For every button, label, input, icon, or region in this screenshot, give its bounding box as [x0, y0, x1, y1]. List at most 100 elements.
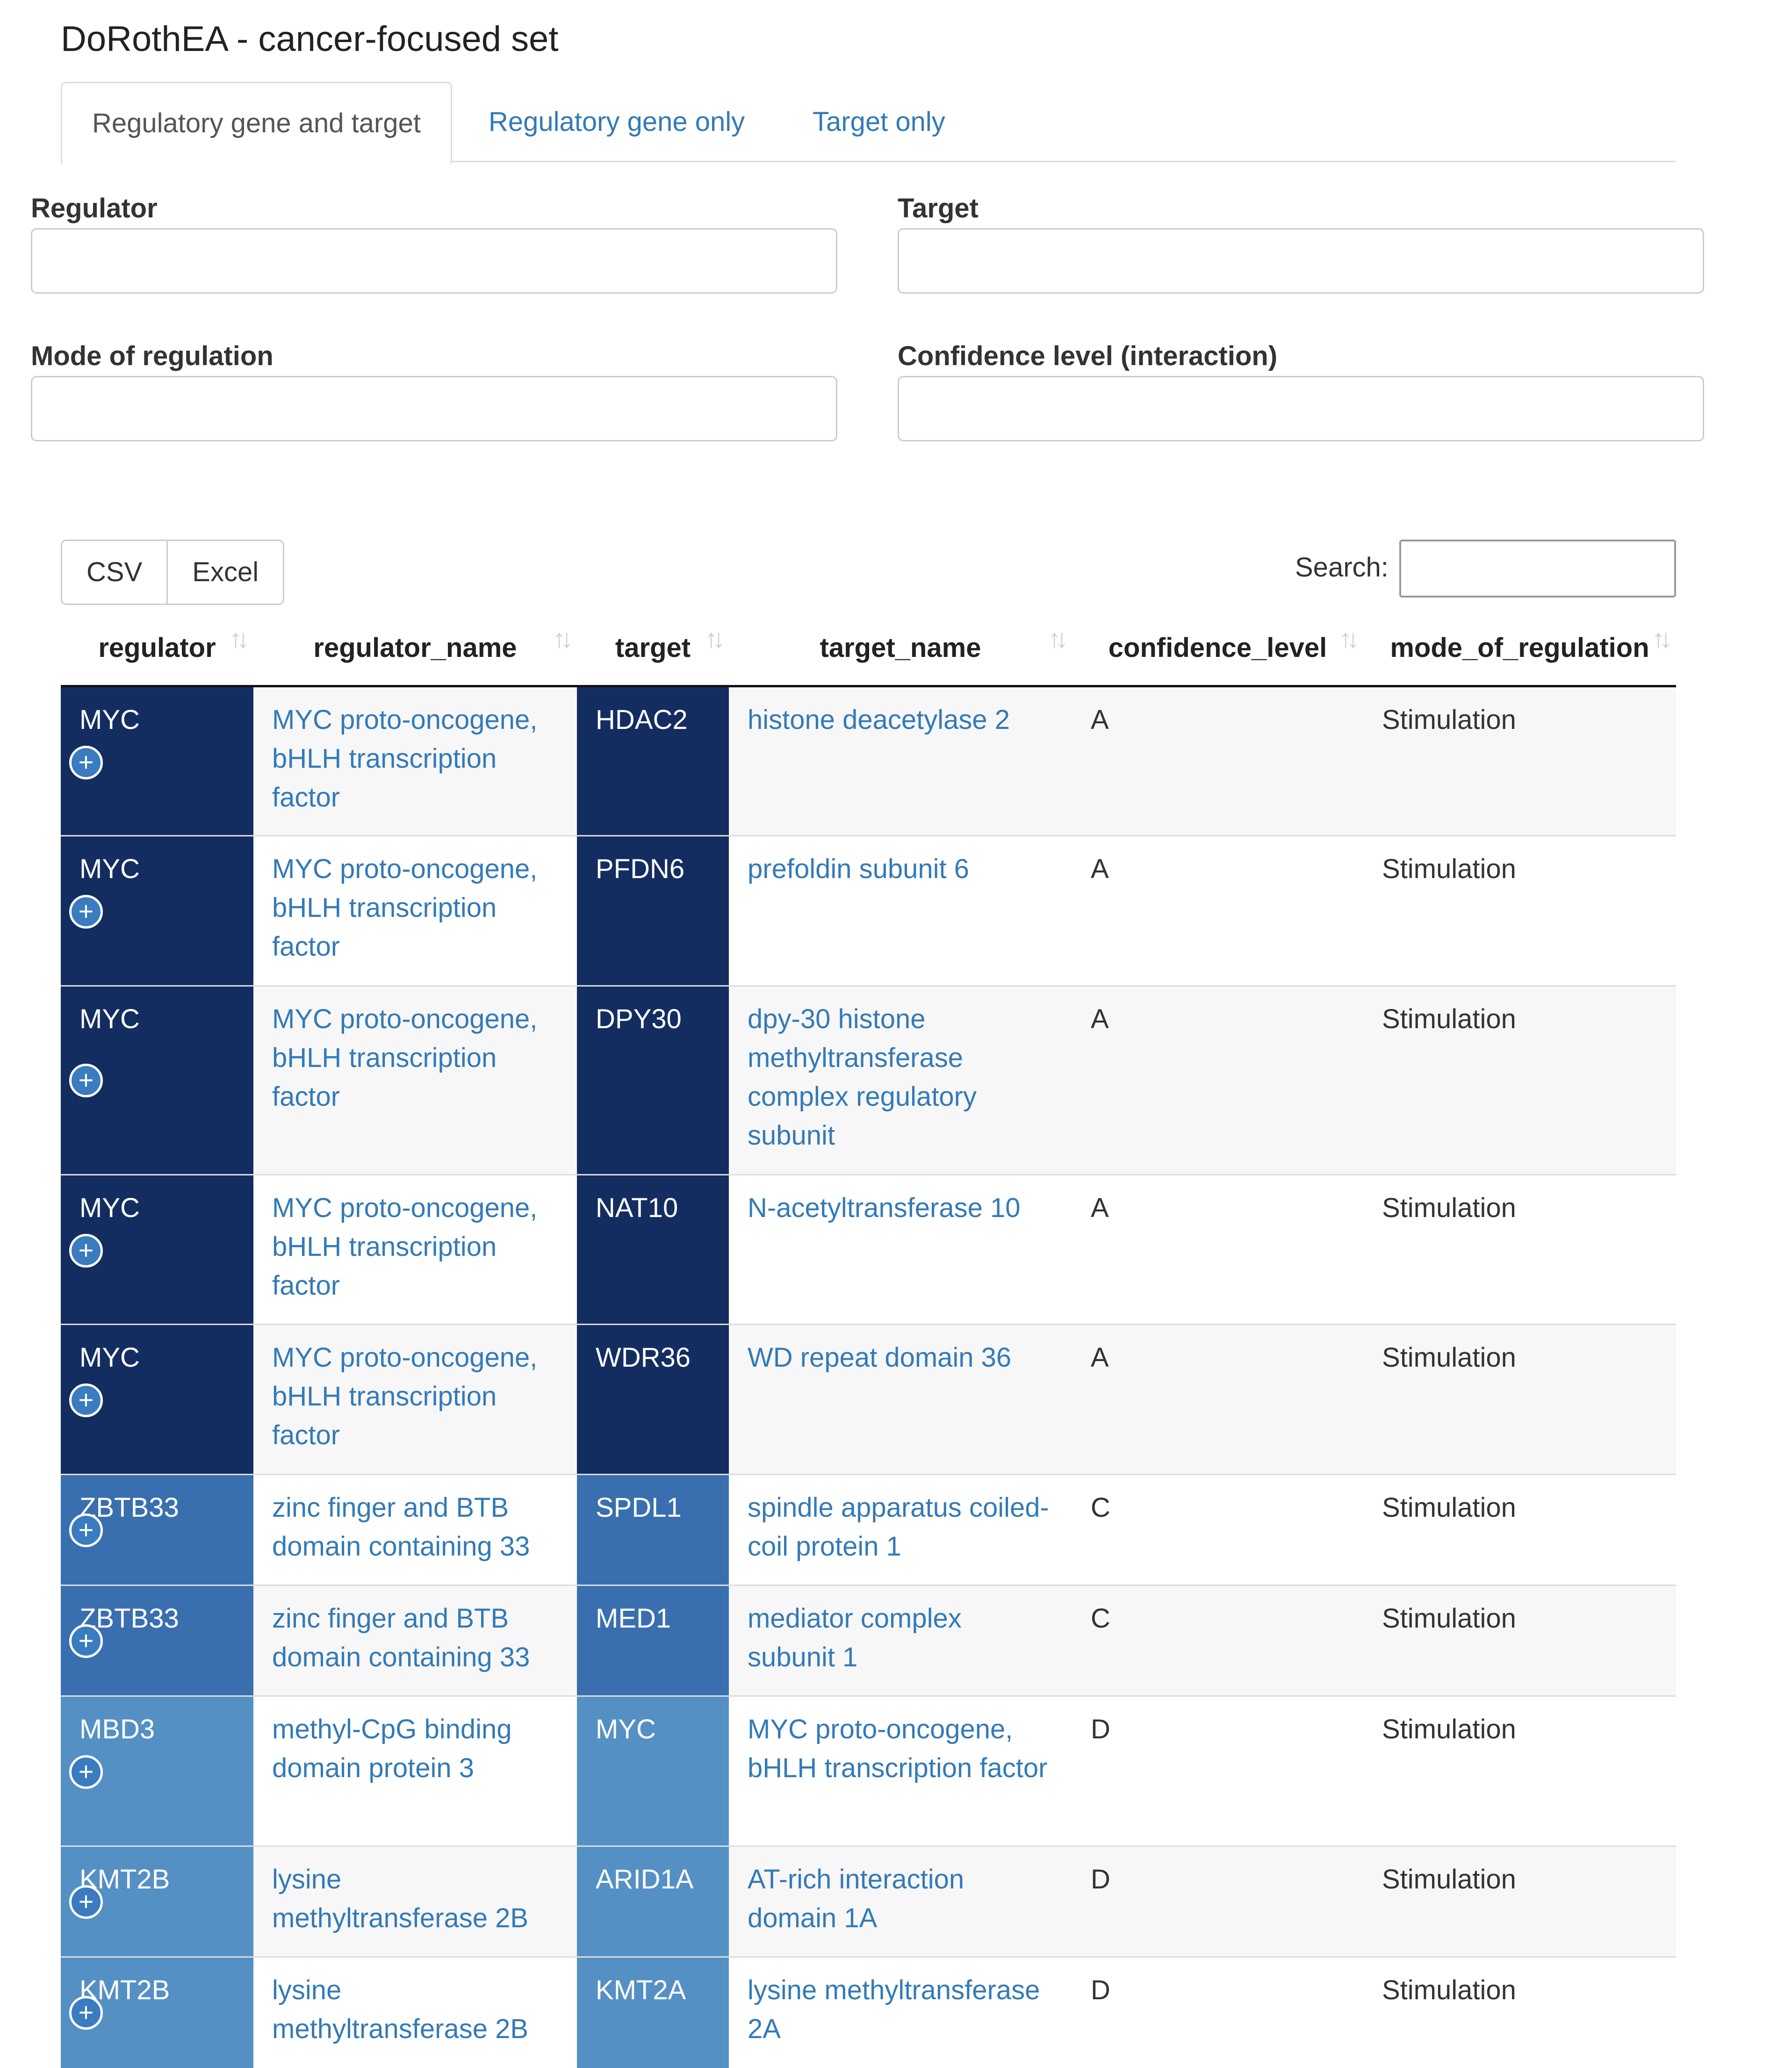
sort-icon[interactable]: ↑↓ [705, 623, 725, 654]
target-cell: WDR36 [577, 1324, 729, 1475]
mode-of-regulation-input[interactable] [31, 376, 837, 441]
regulator-name-link[interactable]: MYC proto-oncogene, bHLH transcription f… [272, 705, 537, 813]
regulator-name-link[interactable]: lysine methyltransferase 2B [272, 1975, 528, 2044]
target-name-link[interactable]: MYC proto-oncogene, bHLH transcription f… [748, 1714, 1047, 1783]
table-row: + MBD3 methyl-CpG binding domain protein … [61, 1695, 1676, 1846]
column-header-target[interactable]: target ↑↓ [577, 610, 729, 687]
target-symbol: NAT10 [596, 1193, 678, 1223]
mode-of-regulation-cell: Stimulation [1363, 1956, 1676, 2068]
expand-row-icon[interactable]: + [69, 1513, 103, 1547]
target-symbol: MED1 [596, 1603, 671, 1634]
target-symbol: DPY30 [596, 1004, 682, 1034]
confidence-level-cell: A [1072, 685, 1363, 836]
regulator-name-cell[interactable]: MYC proto-oncogene, bHLH transcription f… [253, 1174, 577, 1325]
confidence-level-cell: C [1072, 1474, 1363, 1585]
regulator-name-link[interactable]: MYC proto-oncogene, bHLH transcription f… [272, 1342, 537, 1450]
expand-row-icon[interactable]: + [69, 1234, 103, 1268]
regulator-symbol: MYC [79, 1004, 140, 1034]
table-row: + KMT2B lysine methyltransferase 2B KMT2A… [61, 1956, 1676, 2068]
target-name-link[interactable]: lysine methyltransferase 2A [748, 1975, 1040, 2044]
regulator-cell: + ZBTB33 [61, 1474, 253, 1585]
confidence-level-input[interactable] [898, 376, 1704, 441]
regulator-name-cell[interactable]: MYC proto-oncogene, bHLH transcription f… [253, 1324, 577, 1475]
regulator-cell: + ZBTB33 [61, 1585, 253, 1696]
regulator-name-link[interactable]: zinc finger and BTB domain containing 33 [272, 1603, 530, 1672]
tab-regulatory-gene-and-target[interactable]: Regulatory gene and target [61, 82, 452, 164]
sort-icon[interactable]: ↑↓ [1652, 623, 1672, 654]
regulator-name-cell[interactable]: MYC proto-oncogene, bHLH transcription f… [253, 985, 577, 1175]
confidence-level-cell: D [1072, 1956, 1363, 2068]
regulator-name-link[interactable]: MYC proto-oncogene, bHLH transcription f… [272, 854, 537, 962]
target-name-link[interactable]: dpy-30 histone methyltransferase complex… [748, 1004, 977, 1151]
regulator-name-link[interactable]: zinc finger and BTB domain containing 33 [272, 1492, 530, 1562]
table-row: + KMT2B lysine methyltransferase 2B ARID1… [61, 1845, 1676, 1957]
sort-icon[interactable]: ↑↓ [1048, 623, 1068, 654]
regulator-name-cell[interactable]: MYC proto-oncogene, bHLH transcription f… [253, 685, 577, 836]
target-name-cell[interactable]: lysine methyltransferase 2A [729, 1956, 1072, 2068]
expand-row-icon[interactable]: + [69, 895, 103, 929]
regulator-cell: + MYC [61, 835, 253, 986]
search-input[interactable] [1399, 540, 1676, 598]
column-header-regulator[interactable]: regulator ↑↓ [61, 610, 253, 687]
tab-target-only[interactable]: Target only [813, 82, 945, 162]
target-name-link[interactable]: histone deacetylase 2 [748, 705, 1010, 735]
target-name-link[interactable]: mediator complex subunit 1 [748, 1603, 962, 1672]
regulator-input[interactable] [31, 228, 837, 294]
regulator-name-cell[interactable]: zinc finger and BTB domain containing 33 [253, 1474, 577, 1585]
target-name-cell[interactable]: histone deacetylase 2 [729, 685, 1072, 836]
regulator-name-link[interactable]: methyl-CpG binding domain protein 3 [272, 1714, 512, 1783]
csv-button[interactable]: CSV [61, 540, 168, 605]
regulator-name-link[interactable]: MYC proto-oncogene, bHLH transcription f… [272, 1193, 537, 1301]
target-name-cell[interactable]: WD repeat domain 36 [729, 1324, 1072, 1475]
column-header-mode-of-regulation[interactable]: mode_of_regulation ↑↓ [1363, 610, 1676, 687]
expand-row-icon[interactable]: + [69, 1755, 103, 1789]
regulator-name-cell[interactable]: lysine methyltransferase 2B [253, 1845, 577, 1957]
column-header-label: regulator [98, 632, 216, 663]
sort-icon[interactable]: ↑↓ [229, 623, 250, 654]
target-name-cell[interactable]: mediator complex subunit 1 [729, 1585, 1072, 1696]
sort-icon[interactable]: ↑↓ [1339, 623, 1360, 654]
regulator-symbol: MYC [79, 854, 140, 884]
target-name-link[interactable]: AT-rich interaction domain 1A [748, 1864, 964, 1933]
target-name-link[interactable]: N-acetyltransferase 10 [748, 1193, 1020, 1223]
target-name-link[interactable]: prefoldin subunit 6 [748, 854, 969, 884]
table-row: + ZBTB33 zinc finger and BTB domain conta… [61, 1474, 1676, 1585]
mode-of-regulation-label: Mode of regulation [31, 341, 273, 371]
target-name-link[interactable]: WD repeat domain 36 [748, 1342, 1011, 1373]
confidence-level-cell: D [1072, 1695, 1363, 1846]
regulator-symbol: MYC [79, 705, 140, 735]
target-symbol: MYC [596, 1714, 656, 1744]
regulator-name-cell[interactable]: methyl-CpG binding domain protein 3 [253, 1695, 577, 1846]
regulator-name-cell[interactable]: lysine methyltransferase 2B [253, 1956, 577, 2068]
expand-row-icon[interactable]: + [69, 1885, 103, 1919]
target-name-link[interactable]: spindle apparatus coiled-coil protein 1 [748, 1492, 1049, 1562]
confidence-level-cell: A [1072, 1174, 1363, 1325]
target-name-cell[interactable]: N-acetyltransferase 10 [729, 1174, 1072, 1325]
target-name-cell[interactable]: AT-rich interaction domain 1A [729, 1845, 1072, 1957]
column-header-confidence-level[interactable]: confidence_level ↑↓ [1072, 610, 1363, 687]
column-header-regulator-name[interactable]: regulator_name ↑↓ [253, 610, 577, 687]
target-name-cell[interactable]: dpy-30 histone methyltransferase complex… [729, 985, 1072, 1175]
target-input[interactable] [898, 228, 1704, 294]
regulator-name-link[interactable]: MYC proto-oncogene, bHLH transcription f… [272, 1004, 537, 1112]
column-header-target-name[interactable]: target_name ↑↓ [729, 610, 1072, 687]
target-symbol: WDR36 [596, 1342, 691, 1373]
regulator-cell: + MYC [61, 985, 253, 1175]
regulator-name-cell[interactable]: MYC proto-oncogene, bHLH transcription f… [253, 835, 577, 986]
regulator-cell: + MYC [61, 1174, 253, 1325]
expand-row-icon[interactable]: + [69, 1996, 103, 2030]
expand-row-icon[interactable]: + [69, 746, 103, 779]
regulator-name-cell[interactable]: zinc finger and BTB domain containing 33 [253, 1585, 577, 1696]
regulator-name-link[interactable]: lysine methyltransferase 2B [272, 1864, 528, 1933]
tab-regulatory-gene-only[interactable]: Regulatory gene only [489, 82, 745, 162]
target-name-cell[interactable]: MYC proto-oncogene, bHLH transcription f… [729, 1695, 1072, 1846]
target-cell: KMT2A [577, 1956, 729, 2068]
target-name-cell[interactable]: spindle apparatus coiled-coil protein 1 [729, 1474, 1072, 1585]
expand-row-icon[interactable]: + [69, 1064, 103, 1097]
target-name-cell[interactable]: prefoldin subunit 6 [729, 835, 1072, 986]
mode-of-regulation-cell: Stimulation [1363, 1695, 1676, 1846]
excel-button[interactable]: Excel [166, 540, 285, 605]
expand-row-icon[interactable]: + [69, 1624, 103, 1658]
expand-row-icon[interactable]: + [69, 1383, 103, 1417]
sort-icon[interactable]: ↑↓ [553, 623, 573, 654]
